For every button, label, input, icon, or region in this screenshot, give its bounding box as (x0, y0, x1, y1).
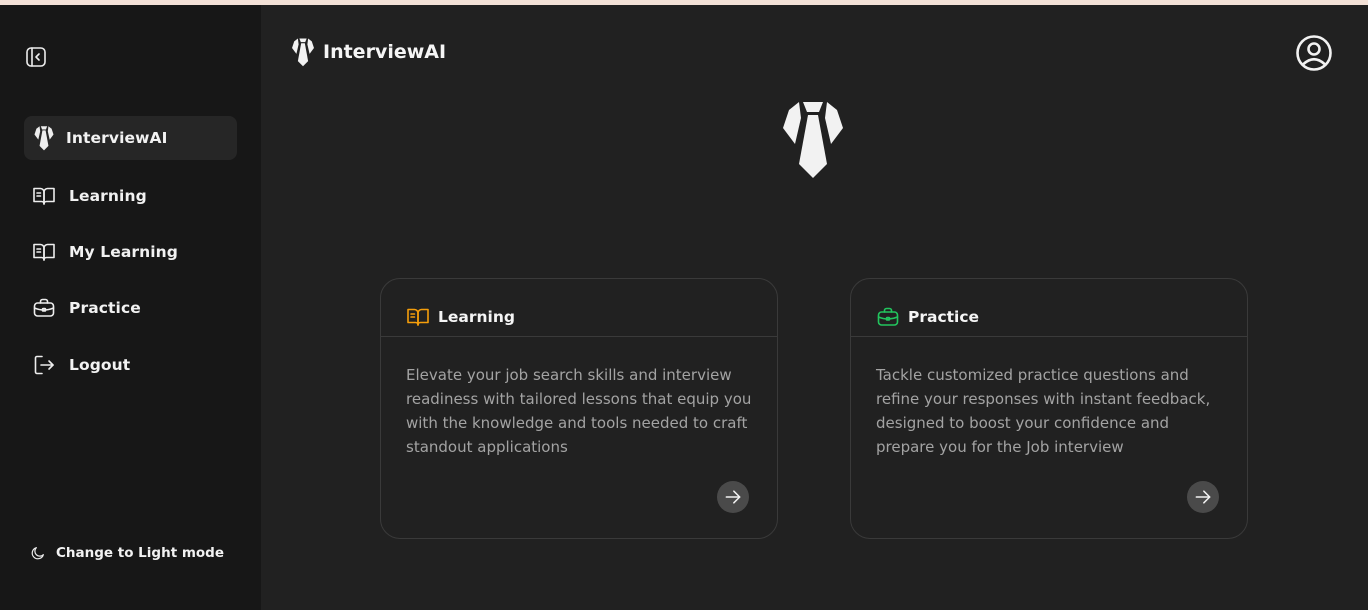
tie-logo-icon (292, 38, 314, 67)
moon-icon (31, 547, 44, 560)
sidebar-item-my-learning[interactable]: My Learning (24, 230, 237, 274)
arrow-right-icon (1195, 490, 1211, 504)
learning-card[interactable]: Learning Elevate your job search skills … (380, 278, 778, 539)
hero-tie-logo-icon (783, 102, 843, 178)
book-icon (32, 240, 56, 264)
arrow-right-icon (725, 490, 741, 504)
sidebar-item-label: My Learning (69, 243, 178, 261)
user-circle-icon (1296, 35, 1332, 71)
card-description: Elevate your job search skills and inter… (406, 366, 752, 456)
book-icon (406, 305, 430, 329)
learning-arrow-button[interactable] (717, 481, 749, 513)
briefcase-icon (32, 296, 56, 320)
book-icon (32, 184, 56, 208)
card-header: Learning (381, 279, 777, 337)
app-title: InterviewAI (323, 41, 447, 63)
sidebar-item-learning[interactable]: Learning (24, 174, 237, 218)
practice-card[interactable]: Practice Tackle customized practice ques… (850, 278, 1248, 539)
card-title: Learning (438, 307, 515, 326)
logout-icon (32, 353, 56, 377)
app-brand[interactable]: InterviewAI (291, 37, 446, 67)
card-description: Tackle customized practice questions and… (876, 366, 1211, 456)
sidebar-item-label: InterviewAI (66, 129, 168, 147)
theme-toggle-label: Change to Light mode (56, 545, 225, 561)
sidebar-collapse-icon (26, 47, 46, 67)
sidebar-item-label: Logout (69, 356, 131, 374)
sidebar-item-logout[interactable]: Logout (24, 343, 237, 387)
sidebar-item-interviewai[interactable]: InterviewAI (24, 116, 237, 160)
sidebar-collapse-button[interactable] (24, 45, 48, 69)
sidebar: InterviewAI Learning My Learning Practic… (0, 5, 261, 610)
card-header: Practice (851, 279, 1247, 337)
profile-button[interactable] (1294, 33, 1334, 73)
practice-arrow-button[interactable] (1187, 481, 1219, 513)
card-title: Practice (908, 307, 980, 326)
sidebar-item-label: Learning (69, 187, 147, 205)
sidebar-item-label: Practice (69, 299, 141, 317)
tie-logo-icon (32, 126, 56, 151)
briefcase-icon (876, 305, 900, 329)
sidebar-item-practice[interactable]: Practice (24, 286, 237, 330)
theme-toggle-button[interactable]: Change to Light mode (30, 543, 224, 563)
